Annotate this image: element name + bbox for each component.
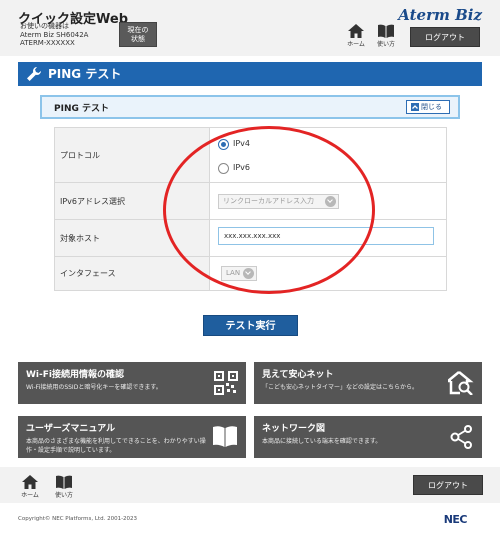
tile-title: ネットワーク図 — [262, 424, 326, 434]
chevron-up-icon — [411, 103, 419, 111]
run-test-button[interactable]: テスト実行 — [203, 315, 298, 336]
book-icon — [213, 426, 237, 447]
protocol-ipv6-label: IPv6 — [233, 163, 251, 172]
protocol-label: プロトコル — [55, 128, 210, 182]
ipv6-select-row: IPv6アドレス選択 リンクローカルアドレス入力 — [54, 183, 447, 220]
network-icon — [450, 425, 472, 449]
footer-help-button[interactable]: 使い方 — [52, 475, 76, 499]
radio-dot — [218, 163, 229, 174]
protocol-ipv4-radio[interactable]: IPv4 — [218, 138, 278, 152]
device-line-1: お使いの機器は — [20, 22, 69, 30]
tile-desc: 本商品に接続している端末を確認できます。 — [262, 438, 382, 445]
tile-desc: Wi-Fi接続用のSSIDと暗号化キーを確認できます。 — [26, 384, 162, 391]
tile-desc: 「こども安心ネットタイマー」などの設定はこちらから。 — [262, 384, 419, 391]
logout-button[interactable]: ログアウト — [410, 27, 480, 47]
ipv6-select-label: IPv6アドレス選択 — [55, 183, 210, 219]
device-line-3: ATERM-XXXXXX — [20, 39, 75, 47]
device-info: お使いの機器は Aterm Biz SH6042A ATERM-XXXXXX — [20, 22, 88, 48]
footer-bar: ホーム 使い方 ログアウト — [0, 467, 500, 503]
house-search-icon — [448, 371, 474, 395]
target-host-cell: xxx.xxx.xxx.xxx — [218, 220, 446, 256]
page-title-bar: PING テスト — [18, 62, 482, 86]
device-line-2: Aterm Biz SH6042A — [20, 30, 89, 39]
protocol-ipv4-label: IPv4 — [233, 139, 251, 148]
footer-help-label: 使い方 — [54, 492, 73, 499]
interface-row: インタフェース LAN — [54, 257, 447, 291]
home-button[interactable]: ホーム — [344, 24, 368, 48]
tile-user-manual[interactable]: ユーザーズマニュアル 本商品のさまざまな機能を利用してできることを、わかりやすい… — [18, 416, 246, 458]
home-icon — [348, 24, 364, 38]
ipv6-address-select[interactable]: リンクローカルアドレス入力 — [218, 194, 339, 209]
tile-network-map[interactable]: ネットワーク図 本商品に接続している端末を確認できます。 — [254, 416, 482, 458]
interface-value: LAN — [226, 269, 241, 277]
target-host-label: 対象ホスト — [55, 220, 210, 256]
interface-label: インタフェース — [55, 257, 210, 290]
book-icon — [378, 24, 394, 38]
current-status-button[interactable]: 現在の 状態 — [119, 22, 157, 47]
section-header: PING テスト 閉じる — [40, 95, 460, 119]
home-icon — [22, 475, 38, 489]
nec-logo: NEC — [443, 513, 468, 526]
interface-cell: LAN — [218, 257, 446, 290]
protocol-options: IPv4 IPv6 — [218, 128, 446, 182]
target-host-row: 対象ホスト xxx.xxx.xxx.xxx — [54, 220, 447, 257]
ipv6-select-value: リンクローカルアドレス入力 — [223, 197, 314, 205]
wrench-icon — [27, 67, 41, 81]
close-label: 閉じる — [421, 103, 442, 111]
close-section-button[interactable]: 閉じる — [406, 100, 450, 114]
ping-form: プロトコル IPv4 IPv6 IPv6アドレス選択 リンクローカルアドレス入力… — [54, 127, 447, 291]
tile-wifi-info[interactable]: Wi-Fi接続用情報の確認 Wi-Fi接続用のSSIDと暗号化キーを確認できます… — [18, 362, 246, 404]
interface-select[interactable]: LAN — [221, 266, 257, 281]
brand-logo: Aterm Biz — [398, 6, 482, 24]
chevron-down-icon — [325, 196, 336, 207]
target-host-input[interactable]: xxx.xxx.xxx.xxx — [218, 227, 434, 245]
footer-logout-button[interactable]: ログアウト — [413, 475, 483, 495]
tile-title: ユーザーズマニュアル — [26, 424, 116, 434]
footer-home-button[interactable]: ホーム — [18, 475, 42, 499]
tile-desc: 本商品のさまざまな機能を利用してできることを、わかりやすい操作・設定手順で説明し… — [26, 438, 206, 454]
qr-code-icon — [214, 371, 238, 395]
ipv6-select-cell: リンクローカルアドレス入力 — [218, 183, 446, 219]
status-button-line-1: 現在の — [127, 26, 149, 34]
home-label: ホーム — [347, 41, 365, 48]
tile-title: 見えて安心ネット — [262, 370, 334, 380]
book-icon — [56, 475, 72, 489]
footer-home-label: ホーム — [21, 492, 39, 499]
section-title: PING テスト — [54, 104, 109, 114]
status-button-line-2: 状態 — [131, 35, 145, 43]
protocol-ipv6-radio[interactable]: IPv6 — [218, 162, 278, 176]
page-title: PING テスト — [48, 67, 122, 81]
help-button[interactable]: 使い方 — [374, 24, 398, 48]
chevron-down-icon — [243, 268, 254, 279]
copyright: Copyright© NEC Platforms, Ltd. 2001-2023 — [18, 516, 138, 522]
header: クイック設定Web お使いの機器は Aterm Biz SH6042A ATER… — [0, 0, 500, 56]
tile-safe-net[interactable]: 見えて安心ネット 「こども安心ネットタイマー」などの設定はこちらから。 — [254, 362, 482, 404]
tile-title: Wi-Fi接続用情報の確認 — [26, 370, 124, 380]
protocol-row: プロトコル IPv4 IPv6 — [54, 128, 447, 183]
help-label: 使い方 — [376, 41, 395, 48]
radio-dot — [218, 139, 229, 150]
